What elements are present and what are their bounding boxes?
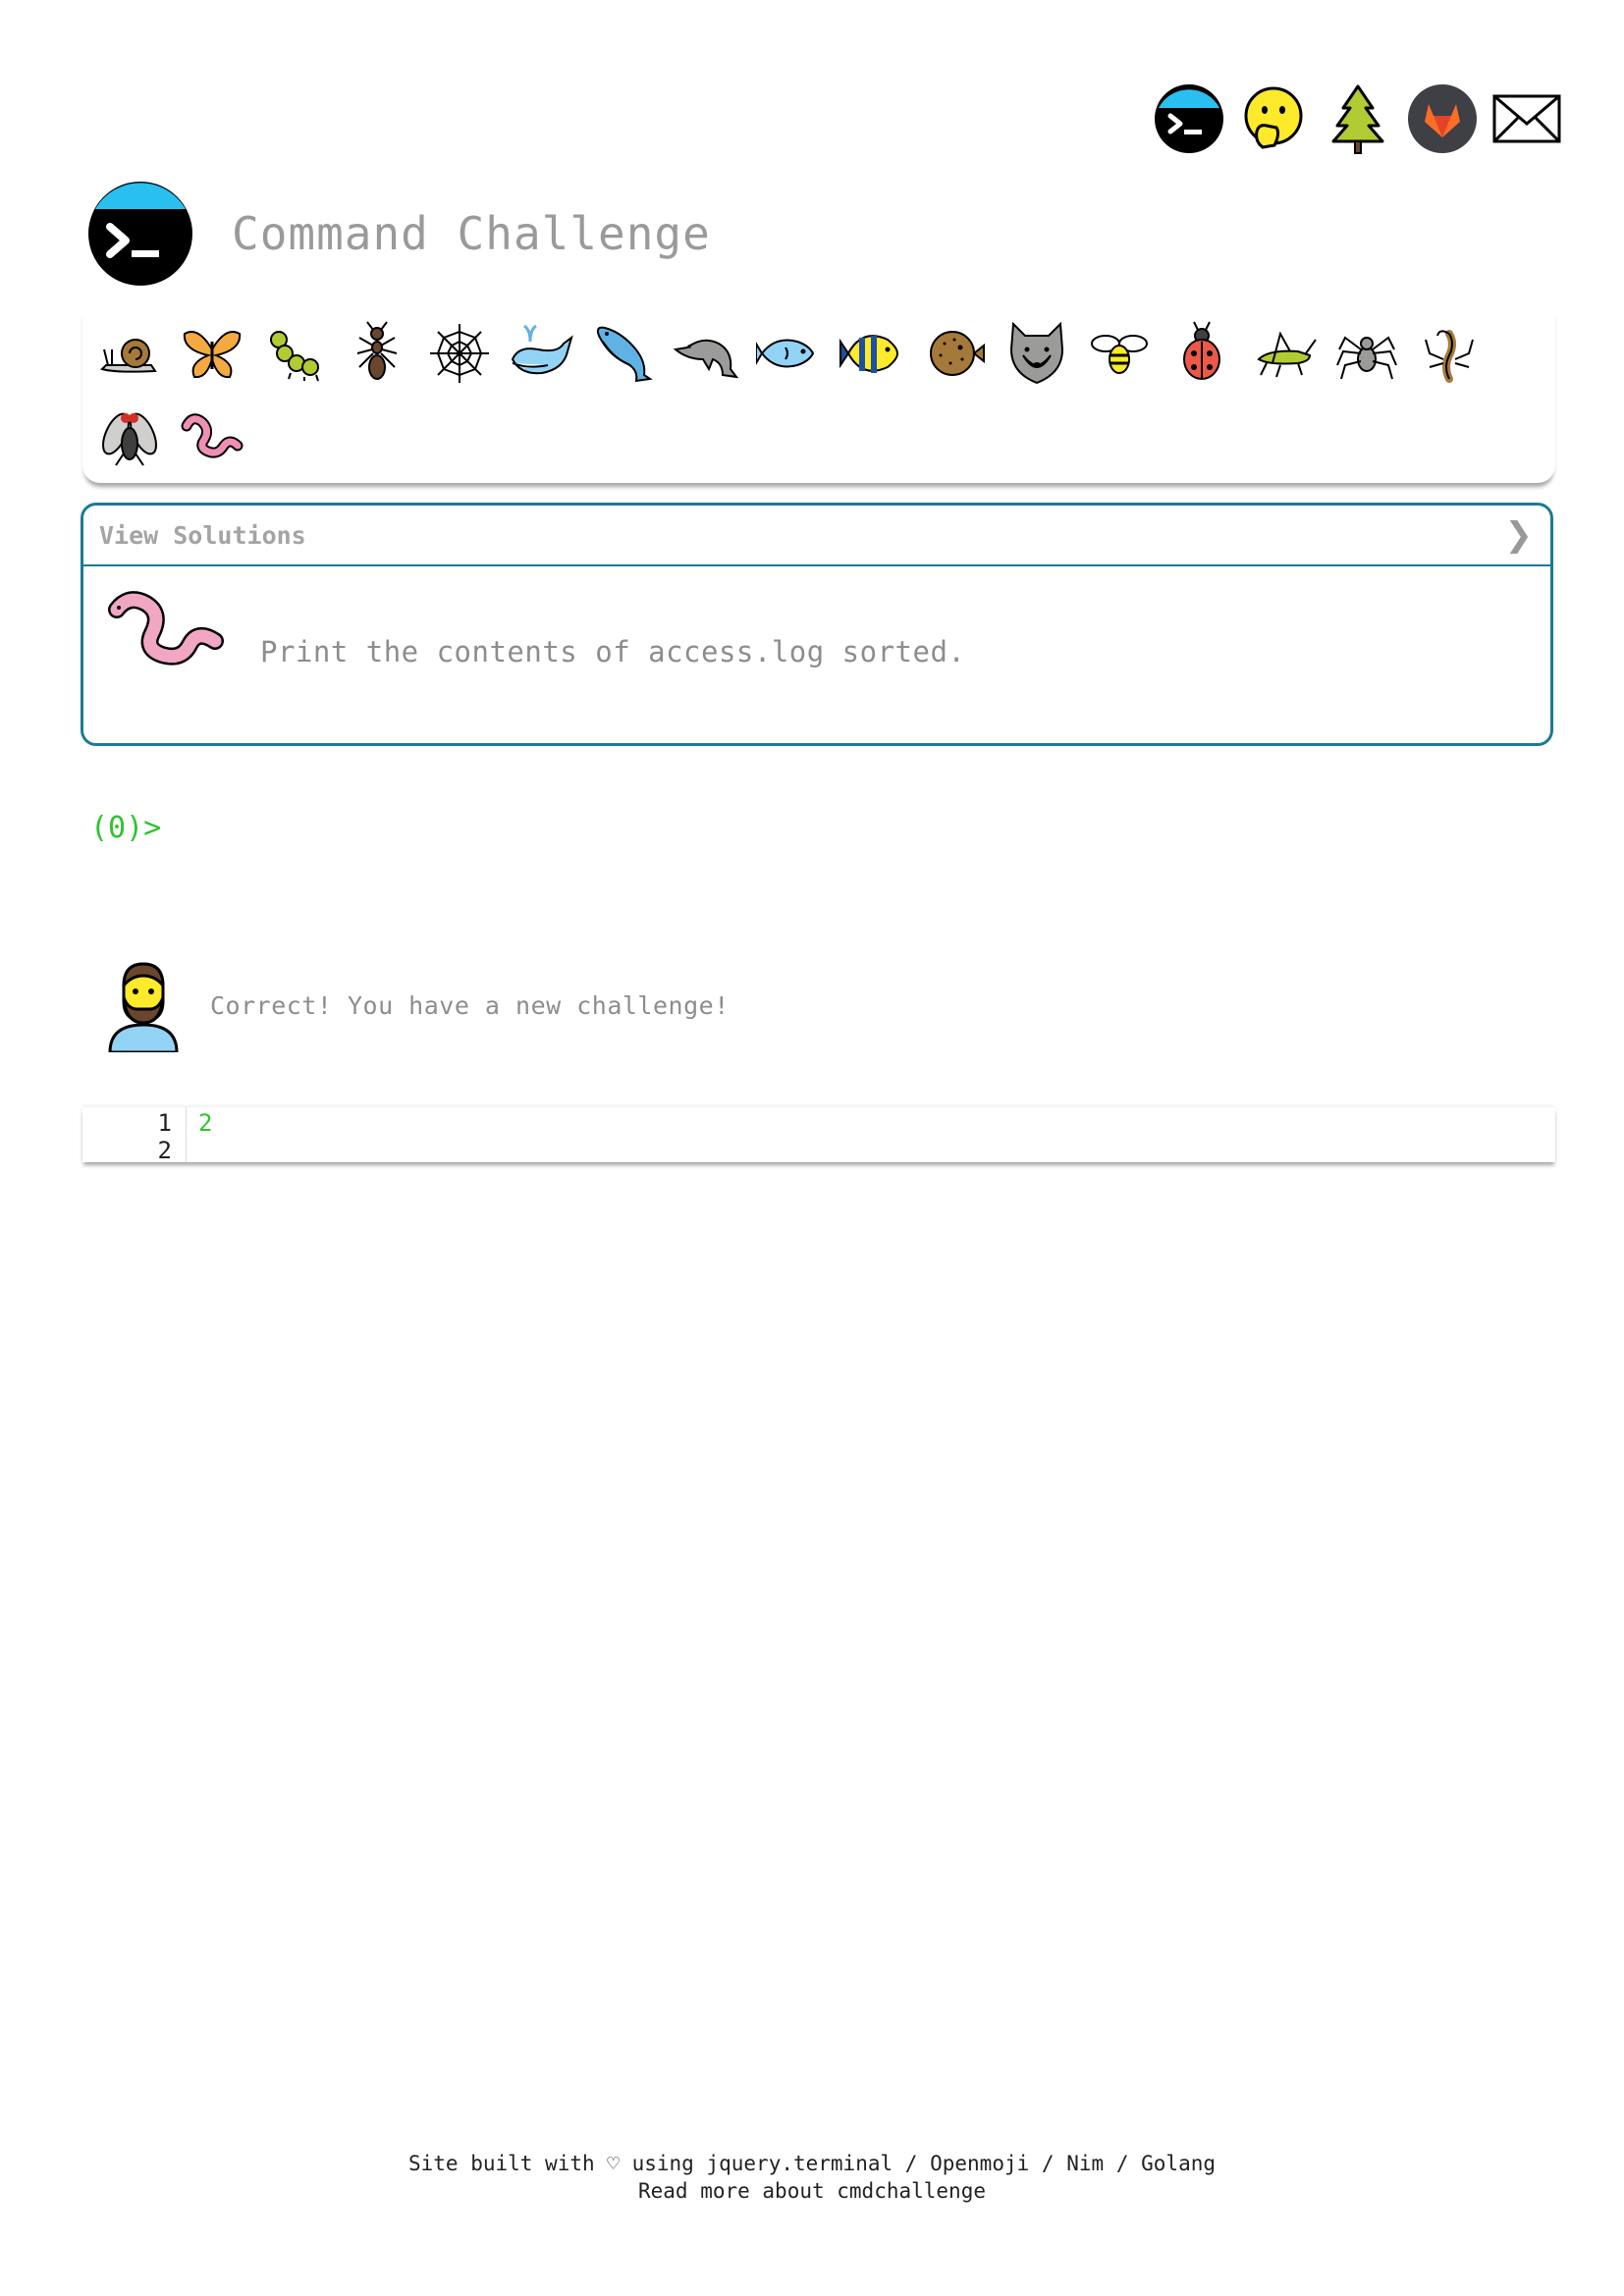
challenge-description: Print the contents of access.log sorted.: [260, 635, 966, 668]
challenge-badges: [82, 310, 1555, 483]
page-title: Command Challenge: [232, 207, 711, 260]
result-text: Correct! You have a new challenge!: [210, 990, 730, 1020]
evergreen-tree-icon[interactable]: [1322, 82, 1394, 155]
terminal-prompt[interactable]: (0)>: [90, 811, 161, 845]
nim-link[interactable]: Nim: [1066, 2152, 1104, 2175]
butterfly-icon[interactable]: [171, 312, 253, 395]
worm-icon[interactable]: [171, 397, 253, 479]
read-more-link[interactable]: Read more about cmdchallenge: [638, 2179, 986, 2203]
terminal-icon[interactable]: [1153, 82, 1225, 155]
line-number-gutter: 1 2: [82, 1107, 187, 1164]
dolphin-icon[interactable]: [666, 312, 748, 395]
fish-icon[interactable]: [748, 312, 831, 395]
jquery-terminal-link[interactable]: jquery.terminal: [706, 2152, 893, 2175]
envelope-icon[interactable]: [1490, 82, 1563, 155]
footer-separator: /: [1041, 2152, 1055, 2175]
caterpillar-icon[interactable]: [253, 312, 336, 395]
site-footer: Site built with ♡ using jquery.terminal …: [0, 2150, 1624, 2205]
code-editor[interactable]: 1 2 2: [82, 1107, 1555, 1164]
line-number: 2: [157, 1137, 172, 1164]
bearded-person-icon: [106, 958, 181, 1054]
view-solutions-toggle[interactable]: View Solutions ❯: [83, 506, 1550, 566]
footer-built-with: Site built with: [407, 2152, 595, 2175]
blowfish-icon[interactable]: [913, 312, 996, 395]
editor-content[interactable]: 2: [187, 1107, 212, 1162]
lady-beetle-icon[interactable]: [1161, 312, 1243, 395]
worm-icon: [107, 590, 225, 672]
view-solutions-label: View Solutions: [99, 521, 306, 550]
footer-credits: Site built with ♡ using jquery.terminal …: [0, 2150, 1624, 2177]
gitlab-icon[interactable]: [1406, 82, 1479, 155]
footer-separator: /: [1115, 2152, 1129, 2175]
footer-separator: /: [904, 2152, 918, 2175]
footer-using: using: [631, 2152, 694, 2175]
golang-link[interactable]: Golang: [1141, 2152, 1216, 2175]
heart-icon: ♡: [607, 2152, 620, 2175]
spouting-whale-icon[interactable]: [501, 312, 583, 395]
result-message: Correct! You have a new challenge!: [106, 956, 730, 1054]
scorpion-icon[interactable]: [1408, 312, 1490, 395]
face-with-hand-over-mouth-icon[interactable]: [1237, 82, 1310, 155]
honeybee-icon[interactable]: [1078, 312, 1161, 395]
fly-icon[interactable]: [88, 397, 171, 479]
wolf-icon[interactable]: [996, 312, 1078, 395]
cricket-icon[interactable]: [1243, 312, 1326, 395]
terminal-logo-icon[interactable]: [86, 180, 194, 288]
ant-icon[interactable]: [336, 312, 418, 395]
spider-web-icon[interactable]: [418, 312, 501, 395]
challenge-panel: View Solutions ❯ Print the contents of a…: [81, 503, 1553, 746]
line-number: 1: [157, 1109, 172, 1137]
social-links: [1153, 82, 1563, 155]
tropical-fish-icon[interactable]: [831, 312, 913, 395]
chevron-right-icon: ❯: [1504, 515, 1534, 555]
site-header: Command Challenge: [86, 180, 711, 288]
code-line: 2: [198, 1109, 213, 1137]
openmoji-link[interactable]: Openmoji: [930, 2152, 1029, 2175]
snail-icon[interactable]: [88, 312, 171, 395]
whale-icon[interactable]: [583, 312, 666, 395]
spider-icon[interactable]: [1326, 312, 1408, 395]
